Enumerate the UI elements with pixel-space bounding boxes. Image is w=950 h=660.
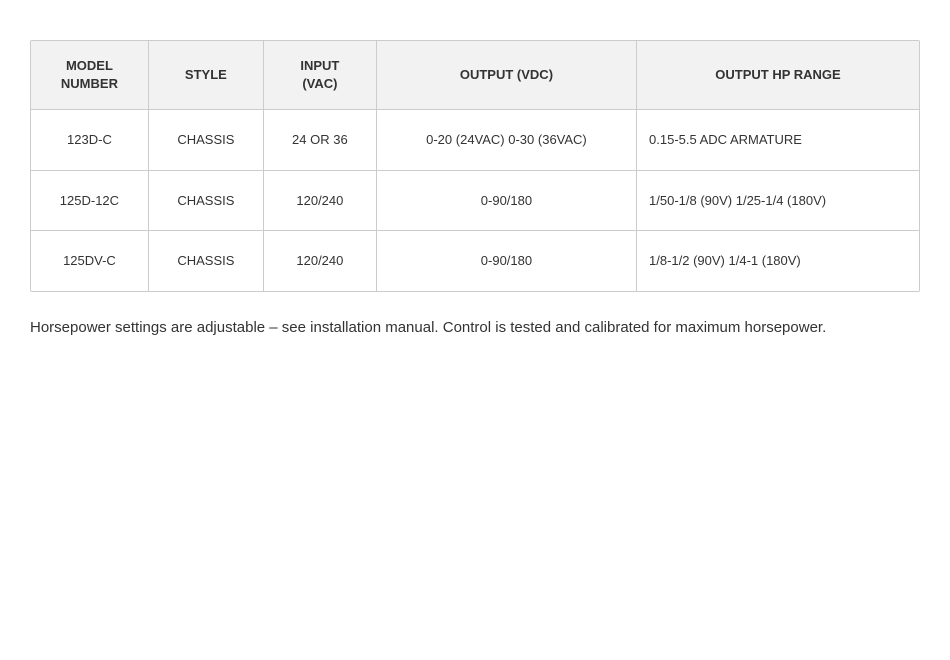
cell-model-number: 125DV-C	[31, 231, 148, 291]
cell-style: CHASSIS	[148, 231, 263, 291]
cell-style: CHASSIS	[148, 110, 263, 171]
header-output-vdc: OUTPUT (VDC)	[376, 41, 636, 110]
cell-input-vac: 120/240	[263, 231, 376, 291]
footer-note: Horsepower settings are adjustable – see…	[30, 316, 890, 340]
header-style: STYLE	[148, 41, 263, 110]
table-body: 123D-CCHASSIS24 OR 360-20 (24VAC) 0-30 (…	[31, 110, 919, 291]
table-header-row: MODEL NUMBER STYLE INPUT (VAC) OUTPUT (V…	[31, 41, 919, 110]
cell-output-vdc: 0-90/180	[376, 170, 636, 231]
cell-model-number: 123D-C	[31, 110, 148, 171]
cell-input-vac: 24 OR 36	[263, 110, 376, 171]
table-row: 123D-CCHASSIS24 OR 360-20 (24VAC) 0-30 (…	[31, 110, 919, 171]
header-model-number: MODEL NUMBER	[31, 41, 148, 110]
product-table-container: MODEL NUMBER STYLE INPUT (VAC) OUTPUT (V…	[30, 40, 920, 292]
cell-style: CHASSIS	[148, 170, 263, 231]
product-table: MODEL NUMBER STYLE INPUT (VAC) OUTPUT (V…	[31, 41, 919, 291]
cell-output-hp: 1/50-1/8 (90V) 1/25-1/4 (180V)	[637, 170, 919, 231]
cell-output-hp: 1/8-1/2 (90V) 1/4-1 (180V)	[637, 231, 919, 291]
cell-model-number: 125D-12C	[31, 170, 148, 231]
cell-output-vdc: 0-90/180	[376, 231, 636, 291]
cell-output-hp: 0.15-5.5 ADC ARMATURE	[637, 110, 919, 171]
table-row: 125DV-CCHASSIS120/2400-90/1801/8-1/2 (90…	[31, 231, 919, 291]
table-row: 125D-12CCHASSIS120/2400-90/1801/50-1/8 (…	[31, 170, 919, 231]
header-output-hp-range: OUTPUT HP RANGE	[637, 41, 919, 110]
cell-input-vac: 120/240	[263, 170, 376, 231]
cell-output-vdc: 0-20 (24VAC) 0-30 (36VAC)	[376, 110, 636, 171]
header-input-vac: INPUT (VAC)	[263, 41, 376, 110]
